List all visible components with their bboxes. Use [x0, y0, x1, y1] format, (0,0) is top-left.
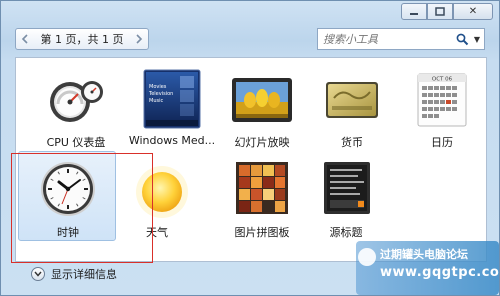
gadget-picture-puzzle[interactable]: 图片拼图板: [214, 158, 310, 240]
gadget-label: 图片拼图板: [234, 226, 290, 239]
gadget-cpu-meter[interactable]: CPU 仪表盘: [28, 68, 124, 150]
gadget-calendar[interactable]: OCT 06 日历: [394, 68, 490, 150]
prev-page-button[interactable]: [16, 29, 34, 49]
chevron-left-icon: [21, 34, 28, 44]
minimize-icon: [410, 12, 418, 15]
page-indicator: 第 1 页，共 1 页: [40, 33, 124, 46]
gadget-label: 源标题: [329, 226, 363, 239]
caption-buttons: ✕: [401, 3, 493, 20]
calendar-month: OCT 06: [432, 77, 453, 83]
gadget-gallery-window: ✕ 第 1 页，共 1 页 ▼: [0, 0, 500, 296]
maximize-icon: [435, 7, 445, 16]
pager: 第 1 页，共 1 页: [15, 28, 149, 50]
search-dropdown-arrow[interactable]: ▼: [470, 35, 484, 44]
gadget-label: 货币: [341, 136, 363, 149]
search-box: ▼: [317, 28, 485, 50]
show-details-label: 显示详细信息: [51, 268, 117, 281]
minimize-button[interactable]: [401, 3, 427, 20]
show-details-toggle[interactable]: 显示详细信息: [31, 266, 117, 282]
gadget-label: 日历: [431, 136, 453, 149]
close-button[interactable]: ✕: [453, 3, 493, 20]
forum-logo-icon: [358, 248, 376, 266]
watermark-title: 过期罐头电脑论坛: [380, 248, 468, 261]
chevron-right-icon: [136, 34, 143, 44]
search-icon[interactable]: [454, 31, 470, 47]
calendar-icon: OCT 06: [406, 68, 478, 130]
close-icon: ✕: [468, 6, 478, 17]
toolbar: 第 1 页，共 1 页 ▼: [15, 28, 485, 52]
forum-watermark: 过期罐头电脑论坛 www.gqgtpc.com: [356, 241, 500, 295]
windows-media-center-icon: Movies Television Music: [136, 68, 208, 130]
gadget-feed-headlines[interactable]: 源标题: [298, 158, 394, 240]
gadget-label: Windows Med...: [128, 134, 216, 147]
svg-text:Television: Television: [148, 91, 173, 97]
svg-text:Movies: Movies: [149, 84, 167, 90]
watermark-url: www.gqgtpc.com: [380, 265, 500, 280]
gadget-label: CPU 仪表盘: [46, 136, 106, 149]
gadget-label: 幻灯片放映: [234, 136, 290, 149]
currency-icon: [316, 68, 388, 130]
slideshow-icon: [226, 68, 298, 130]
cpu-meter-icon: [40, 68, 112, 130]
chevron-down-icon: [31, 267, 45, 281]
gadget-slideshow[interactable]: 幻灯片放映: [214, 68, 310, 150]
picture-puzzle-icon: [226, 158, 298, 220]
gadget-windows-media-center[interactable]: Movies Television Music Windows Med...: [124, 68, 220, 147]
search-input[interactable]: [318, 32, 454, 46]
feed-headlines-icon: [310, 158, 382, 220]
gadget-currency[interactable]: 货币: [304, 68, 400, 150]
highlight-frame: [11, 153, 153, 263]
next-page-button[interactable]: [130, 29, 148, 49]
svg-text:Music: Music: [149, 98, 163, 104]
maximize-button[interactable]: [427, 3, 453, 20]
